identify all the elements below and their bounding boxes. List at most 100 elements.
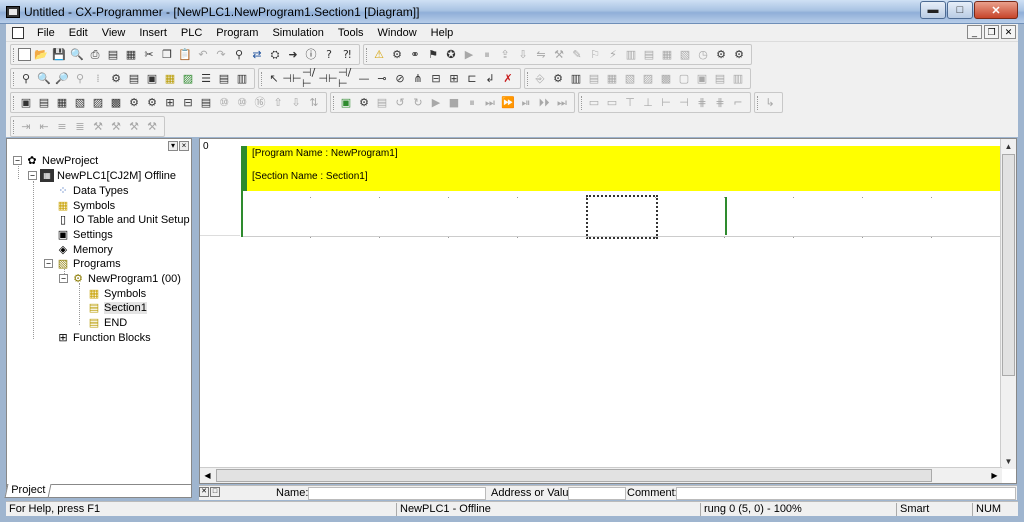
undo-icon[interactable]: ↶ [195, 46, 211, 62]
sim-settings-icon[interactable]: ⚙ [356, 94, 372, 110]
next-bookmark-icon[interactable]: ▣ [694, 70, 710, 86]
minimize-button[interactable]: ▬ [920, 1, 946, 19]
transfer-to-plc-icon[interactable]: ⇪ [497, 46, 513, 62]
time-chart-icon[interactable]: ▩ [108, 94, 124, 110]
tree-node-function-blocks[interactable]: ⊞ Function Blocks [56, 330, 150, 345]
zoom-in-icon[interactable]: 🔍 [36, 70, 52, 86]
sim-step-icon[interactable]: ↺ [392, 94, 408, 110]
mdi-minimize-button[interactable]: _ [967, 25, 982, 39]
tool-a-icon[interactable]: ⚒ [90, 118, 106, 134]
line-connect-icon[interactable]: ↲ [482, 70, 498, 86]
infobar-close-button[interactable]: ✕ [199, 487, 209, 497]
clock-icon[interactable]: ◷ [695, 46, 711, 62]
sim-run-icon[interactable]: ↻ [410, 94, 426, 110]
play-icon[interactable]: ▶ [461, 46, 477, 62]
sim-step-out-icon[interactable]: ⏯ [518, 94, 534, 110]
tree-node-program-symbols[interactable]: ▦ Symbols [87, 286, 146, 301]
tree-expander[interactable]: − [59, 274, 68, 283]
print-setup-icon[interactable]: ▤ [105, 46, 121, 62]
redo-icon[interactable]: ↷ [213, 46, 229, 62]
error-log-icon[interactable]: ▧ [677, 46, 693, 62]
operating-mode-icon[interactable]: ⚒ [551, 46, 567, 62]
sim-end-icon[interactable]: ⏭ [554, 94, 570, 110]
memory-online-icon[interactable]: ▤ [641, 46, 657, 62]
status-icon[interactable]: ▦ [659, 46, 675, 62]
rung-insert-icon[interactable]: ▭ [586, 94, 602, 110]
new-contact-icon[interactable]: ⊏ [464, 70, 480, 86]
transfer-from-plc-icon[interactable]: ⇩ [515, 46, 531, 62]
row-insert-icon[interactable]: ⊤ [622, 94, 638, 110]
address-ref-icon[interactable]: ▧ [622, 70, 638, 86]
menu-file[interactable]: File [30, 27, 62, 39]
column-insert-icon[interactable]: ⊢ [658, 94, 674, 110]
compare-icon[interactable]: ⇋ [533, 46, 549, 62]
maximize-button[interactable]: □ [947, 1, 973, 19]
global-symbols-icon[interactable]: ▥ [234, 70, 250, 86]
rung-delete-icon[interactable]: ▭ [604, 94, 620, 110]
row-delete-icon[interactable]: ⊥ [640, 94, 656, 110]
monitor-icon[interactable]: ⚙ [389, 46, 405, 62]
vertical-scroll-thumb[interactable] [1002, 154, 1015, 376]
comment-field[interactable] [676, 487, 1016, 500]
format-icon[interactable]: ≣ [72, 118, 88, 134]
watch-icon[interactable]: ▨ [180, 70, 196, 86]
panel-dropdown-button[interactable]: ▾ [168, 141, 178, 151]
closed-contact-icon[interactable]: ⊣/⊢ [302, 67, 318, 89]
tab-project[interactable]: Project [4, 484, 52, 498]
tree-node-memory[interactable]: ◈ Memory [56, 242, 113, 257]
cross-reference-icon[interactable]: ⛭ [267, 46, 283, 62]
io-table-online-icon[interactable]: ▥ [623, 46, 639, 62]
io-comment-icon[interactable]: ▩ [658, 70, 674, 86]
vertical-line-icon[interactable]: ⋔ [410, 70, 426, 86]
horizontal-line-icon[interactable]: — [356, 70, 372, 86]
tree-expander[interactable]: − [28, 171, 37, 180]
tree-node-section1[interactable]: ▤ Section1 [87, 300, 147, 315]
instruction-icon[interactable]: ⊟ [428, 70, 444, 86]
address-icon[interactable]: ☰ [198, 70, 214, 86]
online-icon[interactable]: ⚑ [425, 46, 441, 62]
pause-icon[interactable]: ⏸ [479, 46, 495, 62]
fit-icon[interactable]: ⚲ [72, 70, 88, 86]
tree-node-project[interactable]: − ✿ NewProject [13, 153, 98, 168]
network-icon[interactable]: ⚙ [144, 94, 160, 110]
chart-icon[interactable]: ▧ [72, 94, 88, 110]
run-mode-icon[interactable]: ⚡ [605, 46, 621, 62]
indent-icon[interactable]: ⇥ [18, 118, 34, 134]
align-icon[interactable]: ≡ [54, 118, 70, 134]
list-icon[interactable]: ▤ [198, 94, 214, 110]
sim-online-icon[interactable]: ▣ [338, 94, 354, 110]
contact-icon[interactable]: ⊣⊢ [282, 70, 301, 86]
scroll-right-icon[interactable]: ▶ [987, 468, 1002, 483]
tree-node-symbols[interactable]: ▦ Symbols [56, 198, 115, 213]
tool-d-icon[interactable]: ⚒ [144, 118, 160, 134]
tree-expander[interactable]: − [13, 156, 22, 165]
tree-node-newprogram1[interactable]: − ⚙ NewProgram1 (00) [59, 271, 181, 286]
app-icon[interactable] [6, 5, 20, 18]
go-to-icon[interactable]: ➜ [285, 46, 301, 62]
output-window-icon[interactable]: ▤ [586, 70, 602, 86]
sim-play-icon[interactable]: ▶ [428, 94, 444, 110]
outdent-icon[interactable]: ⇤ [36, 118, 52, 134]
dec-icon[interactable]: ⑩ [216, 94, 232, 110]
tree-node-end[interactable]: ▤ END [87, 315, 127, 330]
diagram-window-icon[interactable]: ▤ [36, 94, 52, 110]
element-insert-icon[interactable]: ⋕ [694, 94, 710, 110]
grid-icon[interactable]: ⁞ [90, 70, 106, 86]
sim-stop-icon[interactable]: ■ [446, 94, 462, 110]
sim-pause-icon[interactable]: ⏸ [464, 94, 480, 110]
properties-window-icon[interactable]: ▥ [568, 70, 584, 86]
watch-window-icon[interactable]: ▦ [604, 70, 620, 86]
properties-icon[interactable]: ▦ [123, 46, 139, 62]
vertical-scrollbar[interactable]: ▲ ▼ [1000, 139, 1016, 469]
paste-icon[interactable]: 📋 [177, 46, 193, 62]
menu-program[interactable]: Program [209, 27, 265, 39]
zoom-icon[interactable]: ⚲ [18, 70, 34, 86]
closed-coil-icon[interactable]: ⊘ [392, 70, 408, 86]
tree-node-io-table[interactable]: ▯ IO Table and Unit Setup [56, 212, 190, 227]
memory-window-icon[interactable]: ▨ [640, 70, 656, 86]
scroll-down-icon[interactable]: ▼ [1001, 454, 1016, 469]
tree-node-data-types[interactable]: ⁘ Data Types [56, 183, 128, 198]
or-closed-contact-icon[interactable]: ⊣/⊢ [338, 67, 354, 89]
binoculars-icon[interactable]: ⚭ [407, 46, 423, 62]
menu-plc[interactable]: PLC [174, 27, 209, 39]
